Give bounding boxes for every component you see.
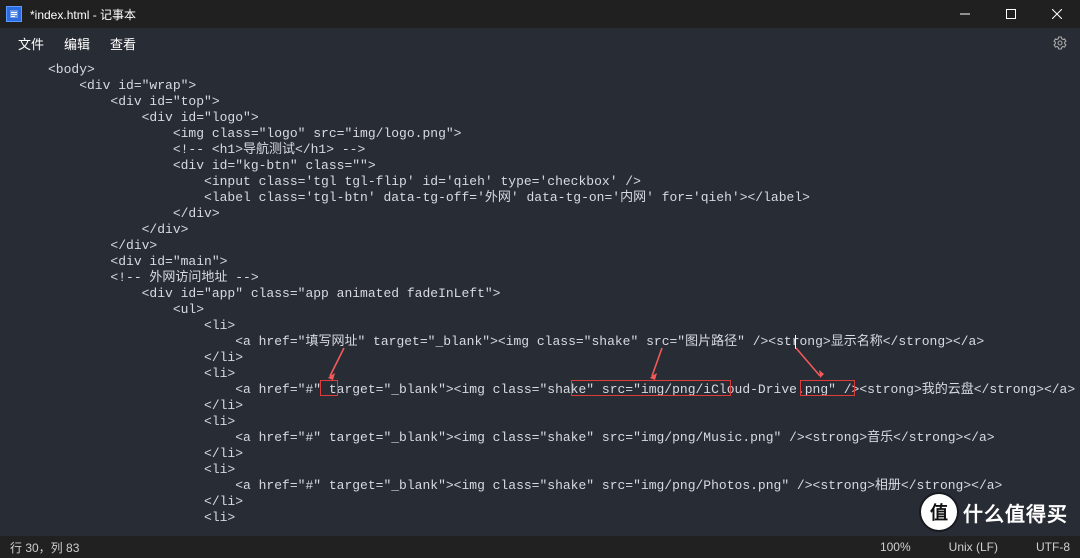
close-button[interactable] xyxy=(1034,0,1080,28)
app-icon xyxy=(6,6,22,22)
menu-edit[interactable]: 编辑 xyxy=(54,30,100,57)
status-bar: 行 30，列 83 100% Unix (LF) UTF-8 xyxy=(0,536,1080,558)
menu-view[interactable]: 查看 xyxy=(100,30,146,57)
text-caret xyxy=(795,335,796,349)
minimize-button[interactable] xyxy=(942,0,988,28)
window-title: *index.html - 记事本 xyxy=(30,6,136,23)
watermark-badge: 值 xyxy=(921,494,957,530)
status-position: 行 30，列 83 xyxy=(10,539,79,556)
status-encoding[interactable]: UTF-8 xyxy=(1036,540,1070,554)
code-content[interactable]: <body> <div id="wrap"> <div id="top"> <d… xyxy=(0,62,1080,526)
settings-button[interactable] xyxy=(1048,31,1072,55)
watermark: 值 什么值得买 xyxy=(921,494,1068,530)
maximize-button[interactable] xyxy=(988,0,1034,28)
title-bar: *index.html - 记事本 xyxy=(0,0,1080,28)
window-controls xyxy=(942,0,1080,28)
watermark-text: 什么值得买 xyxy=(963,498,1068,527)
editor-area[interactable]: <body> <div id="wrap"> <div id="top"> <d… xyxy=(0,58,1080,536)
status-zoom[interactable]: 100% xyxy=(880,540,911,554)
menu-file[interactable]: 文件 xyxy=(8,30,54,57)
status-eol[interactable]: Unix (LF) xyxy=(949,540,998,554)
menu-bar: 文件 编辑 查看 xyxy=(0,28,1080,58)
